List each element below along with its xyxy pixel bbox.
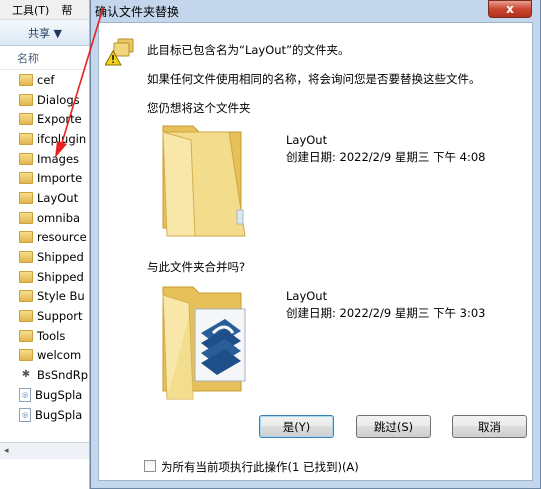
file-list-item-label: resource bbox=[37, 230, 87, 245]
column-header-label: 名称 bbox=[17, 51, 39, 65]
file-list-item-label: Support bbox=[37, 309, 83, 324]
file-list-item[interactable]: Images bbox=[0, 149, 89, 169]
folder-icon bbox=[19, 93, 33, 106]
existing-folder-created: 创建日期: 2022/2/9 星期三 下午 4:08 bbox=[286, 150, 486, 164]
explorer-window: 工具(T) 帮 共享 ▼ 名称 cef Dialogs Exporte ifcplug… bbox=[0, 0, 90, 489]
folder-icon bbox=[19, 251, 33, 264]
file-list-item[interactable]: welcom bbox=[0, 346, 89, 366]
apply-all-checkbox[interactable] bbox=[144, 460, 156, 472]
yes-button[interactable]: 是(Y) bbox=[259, 415, 334, 438]
folder-icon bbox=[19, 113, 33, 126]
dialog-content: 此目标已包含名为“LayOut”的文件夹。 如果任何文件使用相同的名称，将会询问… bbox=[98, 22, 533, 481]
confirm-folder-replace-dialog: 确认文件夹替换 x 此目标已包含名为“LayOut”的文件夹。 如果任何文件使用… bbox=[90, 0, 541, 489]
explorer-toolbar: 共享 ▼ bbox=[0, 20, 89, 46]
document-icon: ◎ bbox=[19, 407, 31, 422]
application-icon: ✱ bbox=[21, 369, 31, 381]
message-line-1: 此目标已包含名为“LayOut”的文件夹。 bbox=[147, 43, 350, 57]
file-list-item-label: Shipped bbox=[37, 250, 84, 265]
file-list-item[interactable]: Exporte bbox=[0, 109, 89, 129]
new-folder-icon[interactable] bbox=[159, 281, 254, 401]
file-list-item-label: Images bbox=[37, 151, 80, 166]
folder-icon bbox=[19, 211, 33, 224]
file-list-item[interactable]: omniba bbox=[0, 208, 89, 228]
folder-icon bbox=[19, 73, 33, 86]
file-list-item-label: Shipped bbox=[37, 269, 84, 284]
file-list-item[interactable]: Support bbox=[0, 306, 89, 326]
question-keep-folder: 您仍想将这个文件夹 bbox=[147, 101, 251, 115]
close-button[interactable]: x bbox=[488, 0, 532, 18]
column-header-name[interactable]: 名称 bbox=[0, 46, 89, 70]
file-list-item[interactable]: Shipped bbox=[0, 267, 89, 287]
folder-icon bbox=[19, 290, 33, 303]
scroll-left-icon[interactable]: ◂ bbox=[4, 446, 9, 456]
cancel-button[interactable]: 取消 bbox=[452, 415, 527, 438]
file-list-item-label: cef bbox=[37, 72, 55, 87]
menu-help[interactable]: 帮 bbox=[61, 2, 72, 18]
file-list-item-label: BugSpla bbox=[35, 407, 83, 422]
dialog-title-bar[interactable]: 确认文件夹替换 x bbox=[91, 0, 540, 22]
file-list-item[interactable]: resource bbox=[0, 228, 89, 248]
folder-icon bbox=[19, 310, 33, 323]
file-list-item[interactable]: Tools bbox=[0, 326, 89, 346]
dialog-title: 确认文件夹替换 bbox=[95, 5, 180, 19]
file-list-item[interactable]: ◎ BugSpla bbox=[0, 385, 89, 405]
question-merge-folder: 与此文件夹合并吗? bbox=[147, 260, 246, 274]
file-list-item[interactable]: Importe bbox=[0, 168, 89, 188]
folder-icon bbox=[19, 349, 33, 362]
file-list-item[interactable]: Style Bu bbox=[0, 287, 89, 307]
folder-icon bbox=[19, 231, 33, 244]
file-list-item-label: ifcplugin bbox=[37, 131, 87, 146]
close-icon: x bbox=[506, 2, 514, 16]
existing-folder-icon[interactable] bbox=[159, 118, 249, 238]
new-folder-name: LayOut bbox=[286, 289, 328, 303]
new-folder-created: 创建日期: 2022/2/9 星期三 下午 3:03 bbox=[286, 306, 486, 320]
file-list-item[interactable]: LayOut bbox=[0, 188, 89, 208]
existing-folder-name: LayOut bbox=[286, 133, 328, 147]
document-icon: ◎ bbox=[19, 387, 31, 402]
file-list-item-label: Exporte bbox=[37, 112, 82, 127]
share-button[interactable]: 共享 ▼ bbox=[28, 25, 62, 41]
horizontal-scrollbar[interactable]: ◂ bbox=[0, 442, 89, 459]
file-list-item[interactable]: ifcplugin bbox=[0, 129, 89, 149]
file-list-item[interactable]: cef bbox=[0, 70, 89, 90]
file-list-item[interactable]: Dialogs bbox=[0, 90, 89, 110]
status-bar bbox=[0, 459, 89, 489]
folder-icon bbox=[19, 152, 33, 165]
skip-button[interactable]: 跳过(S) bbox=[356, 415, 431, 438]
file-list-item-label: BugSpla bbox=[35, 387, 83, 402]
file-list-item-label: Style Bu bbox=[37, 289, 85, 304]
file-list-item[interactable]: ◎ BugSpla bbox=[0, 405, 89, 425]
folder-warning-icon bbox=[105, 38, 134, 66]
message-line-2: 如果任何文件使用相同的名称，将会询问您是否要替换这些文件。 bbox=[147, 72, 481, 86]
menu-tools[interactable]: 工具(T) bbox=[12, 2, 49, 18]
file-list-item-label: LayOut bbox=[37, 190, 79, 205]
file-list-item-label: Tools bbox=[37, 328, 66, 343]
folder-icon bbox=[19, 132, 33, 145]
folder-icon bbox=[19, 191, 33, 204]
apply-all-label[interactable]: 为所有当前项执行此操作(1 已找到)(A) bbox=[161, 459, 359, 475]
folder-icon bbox=[19, 329, 33, 342]
file-list-item-label: BsSndRp bbox=[37, 368, 89, 383]
menu-bar: 工具(T) 帮 bbox=[0, 0, 89, 20]
file-list-item-label: Importe bbox=[37, 171, 83, 186]
file-list-item[interactable]: Shipped bbox=[0, 247, 89, 267]
file-list-item[interactable]: ✱ BsSndRp bbox=[0, 365, 89, 385]
file-list: cef Dialogs Exporte ifcplugin Images Importe L… bbox=[0, 70, 89, 424]
folder-icon bbox=[19, 270, 33, 283]
file-list-item-label: Dialogs bbox=[37, 92, 80, 107]
folder-icon bbox=[19, 172, 33, 185]
file-list-item-label: welcom bbox=[37, 348, 82, 363]
file-list-item-label: omniba bbox=[37, 210, 81, 225]
